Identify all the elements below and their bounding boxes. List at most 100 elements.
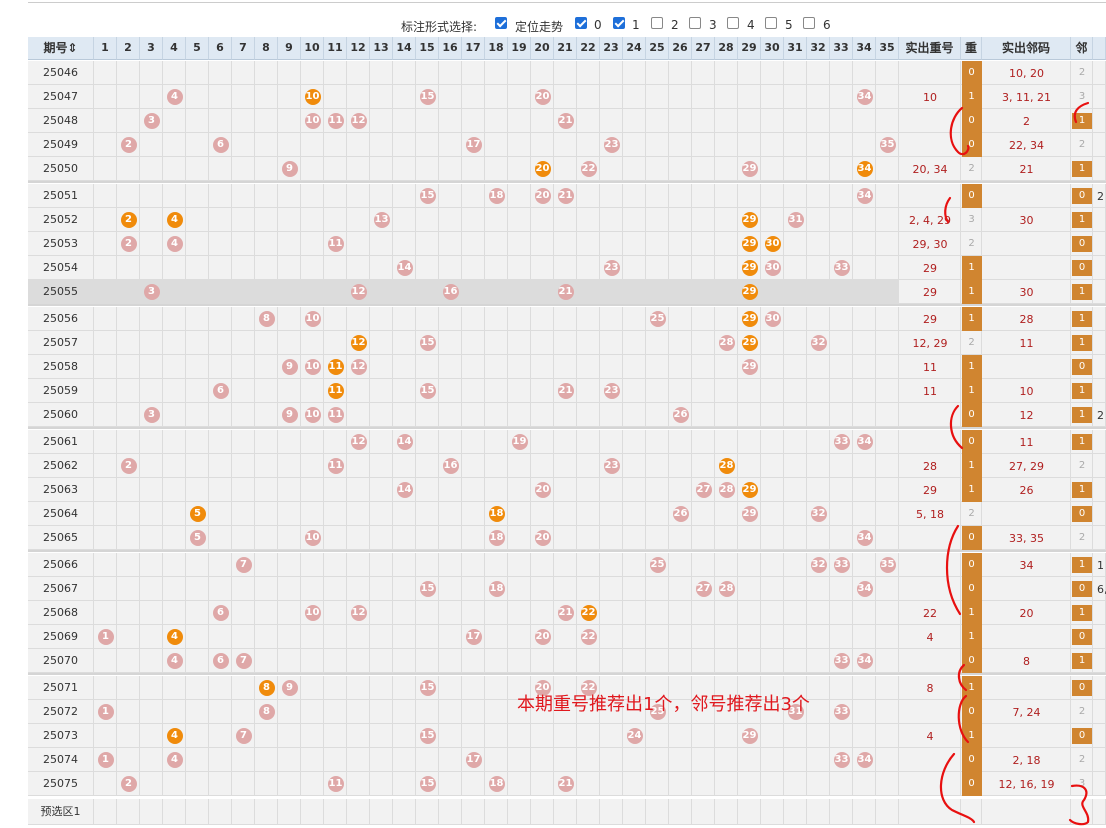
number-cell xyxy=(255,772,278,796)
number-cell xyxy=(232,379,255,403)
number-cell xyxy=(393,232,416,256)
preselect-cell[interactable] xyxy=(761,799,784,825)
preselect-cell[interactable] xyxy=(738,799,761,825)
number-cell xyxy=(255,85,278,109)
preselect-cell[interactable] xyxy=(393,799,416,825)
number-cell xyxy=(600,331,623,355)
stat-cell xyxy=(982,625,1071,649)
number-cell xyxy=(531,430,554,454)
number-cell xyxy=(485,700,508,724)
number-cell xyxy=(738,403,761,427)
preselect-cell[interactable] xyxy=(140,799,163,825)
number-cell xyxy=(646,649,669,673)
preselect-cell[interactable] xyxy=(439,799,462,825)
number-cell xyxy=(715,553,738,577)
preselect-cell[interactable] xyxy=(255,799,278,825)
number-cell xyxy=(416,208,439,232)
number-cell xyxy=(163,307,186,331)
repeat-numbers-value: 2, 4, 29 xyxy=(909,214,951,227)
number-cell xyxy=(94,208,117,232)
preselect-cell[interactable] xyxy=(646,799,669,825)
number-cell xyxy=(278,280,301,304)
number-ball: 26 xyxy=(672,407,689,423)
number-cell xyxy=(416,526,439,550)
preselect-cell[interactable] xyxy=(485,799,508,825)
number-cell xyxy=(508,724,531,748)
number-cell xyxy=(462,280,485,304)
number-cell xyxy=(830,85,853,109)
repeat-count: 1 xyxy=(961,85,982,109)
preselect-cell[interactable] xyxy=(301,799,324,825)
number-cell xyxy=(738,133,761,157)
number-cell xyxy=(830,772,853,796)
number-cell xyxy=(209,184,232,208)
number-cell xyxy=(738,61,761,85)
preselect-cell[interactable] xyxy=(117,799,140,825)
preselect-cell[interactable] xyxy=(715,799,738,825)
preselect-cell[interactable] xyxy=(347,799,370,825)
number-ball: 12 xyxy=(350,284,367,300)
preselect-cell[interactable] xyxy=(577,799,600,825)
number-cell xyxy=(485,232,508,256)
number-ball: 25 xyxy=(649,311,666,327)
preselect-cell[interactable] xyxy=(209,799,232,825)
preselect-cell[interactable] xyxy=(807,799,830,825)
number-cell xyxy=(324,133,347,157)
preselect-cell[interactable] xyxy=(692,799,715,825)
preselect-cell[interactable] xyxy=(830,799,853,825)
number-cell xyxy=(715,379,738,403)
preselect-cell[interactable] xyxy=(278,799,301,825)
number-ball: 3 xyxy=(143,407,160,423)
preselect-cell[interactable] xyxy=(853,799,876,825)
preselect-cell[interactable] xyxy=(94,799,117,825)
header-number: 5 xyxy=(186,37,209,60)
preselect-cell[interactable] xyxy=(370,799,393,825)
header-issue[interactable]: 期号⇕ xyxy=(28,37,94,60)
number-cell xyxy=(600,307,623,331)
number-cell xyxy=(347,61,370,85)
number-cell xyxy=(278,700,301,724)
number-ball: 34 xyxy=(856,89,873,105)
preselect-cell[interactable] xyxy=(623,799,646,825)
number-cell xyxy=(784,649,807,673)
number-ball: 1 xyxy=(97,704,114,720)
repeat-count: 0 xyxy=(961,526,982,550)
group-separator xyxy=(28,550,1106,552)
preselect-cell[interactable] xyxy=(600,799,623,825)
preselect-cell[interactable] xyxy=(876,799,899,825)
preselect-cell[interactable] xyxy=(508,799,531,825)
stat-cell xyxy=(1093,772,1106,796)
number-cell xyxy=(692,109,715,133)
stat-cell xyxy=(982,184,1071,208)
preselect-cell[interactable] xyxy=(324,799,347,825)
number-cell xyxy=(347,676,370,700)
preselect-cell[interactable] xyxy=(531,799,554,825)
number-cell xyxy=(416,553,439,577)
repeat-number-ball: 30 xyxy=(764,236,781,252)
number-cell xyxy=(117,280,140,304)
number-cell xyxy=(301,379,324,403)
number-cell xyxy=(94,256,117,280)
preselect-cell[interactable] xyxy=(186,799,209,825)
number-cell xyxy=(554,232,577,256)
number-cell xyxy=(347,748,370,772)
issue-cell: 25067 xyxy=(28,577,94,601)
number-cell xyxy=(761,133,784,157)
preselect-cell[interactable] xyxy=(232,799,255,825)
neighbor-count: 1 xyxy=(1072,311,1092,327)
preselect-cell[interactable] xyxy=(669,799,692,825)
stat-cell xyxy=(1093,502,1106,526)
number-cell xyxy=(393,109,416,133)
number-cell xyxy=(738,577,761,601)
number-cell xyxy=(485,625,508,649)
preselect-cell[interactable] xyxy=(784,799,807,825)
stat-cell xyxy=(899,61,961,85)
preselect-cell[interactable] xyxy=(163,799,186,825)
number-cell xyxy=(439,232,462,256)
issue-cell: 25057 xyxy=(28,331,94,355)
preselect-cell[interactable] xyxy=(416,799,439,825)
preselect-cell[interactable] xyxy=(554,799,577,825)
preselect-cell[interactable] xyxy=(462,799,485,825)
number-cell xyxy=(186,379,209,403)
number-cell xyxy=(163,403,186,427)
